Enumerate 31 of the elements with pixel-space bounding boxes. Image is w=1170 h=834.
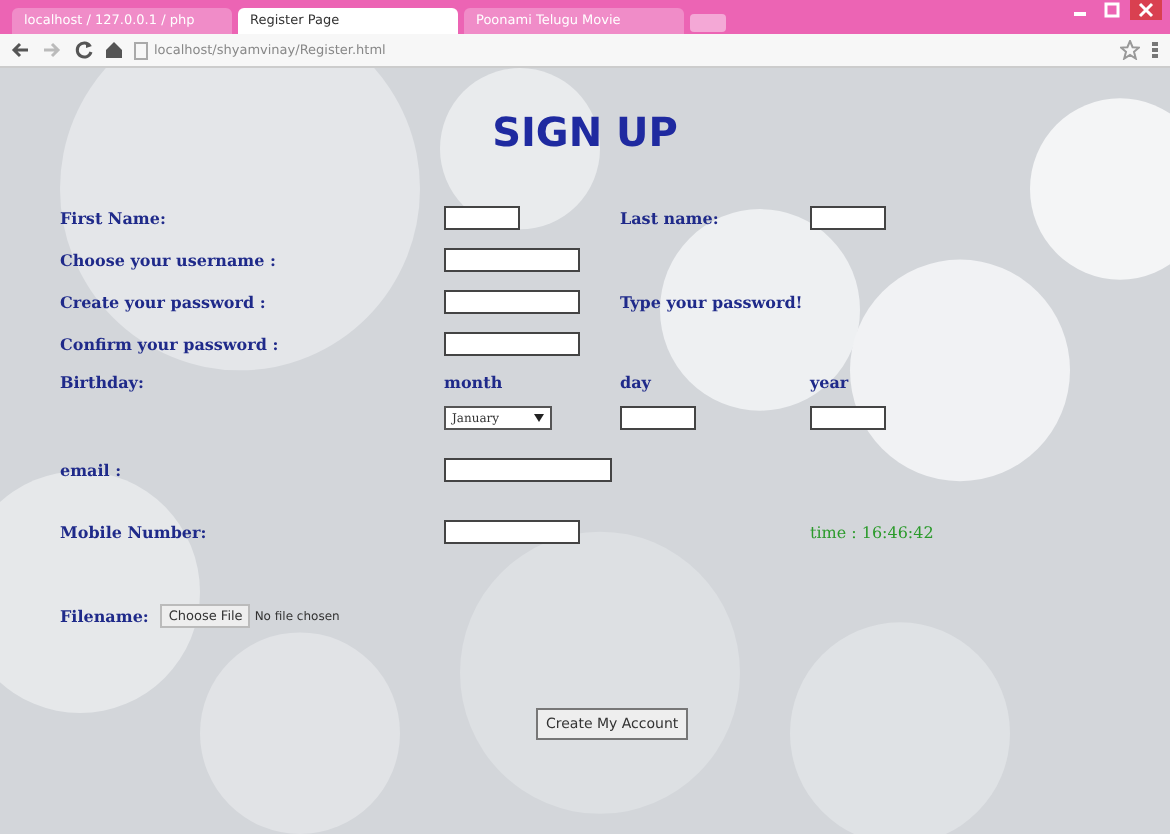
field-label: email : bbox=[60, 460, 122, 480]
input-field[interactable] bbox=[444, 520, 580, 544]
time-text: time : 16:46:42 bbox=[810, 523, 934, 541]
star-icon[interactable] bbox=[1120, 40, 1140, 60]
close-icon[interactable] bbox=[1130, 0, 1162, 20]
input-field[interactable] bbox=[810, 205, 886, 229]
input-field[interactable] bbox=[620, 406, 696, 430]
back-icon[interactable] bbox=[10, 40, 30, 60]
field-label: Choose your username : bbox=[60, 249, 276, 269]
field-label: Filename: bbox=[60, 606, 149, 626]
caret-icon bbox=[534, 414, 544, 422]
field-label: Mobile Number: bbox=[60, 522, 207, 542]
field-label: day bbox=[620, 372, 651, 392]
field-label: month bbox=[444, 372, 503, 392]
menu-icon[interactable] bbox=[1152, 40, 1160, 60]
field-label: year bbox=[810, 372, 849, 392]
input-field[interactable] bbox=[444, 458, 612, 482]
field-label: Birthday: bbox=[60, 372, 144, 392]
field-label: First Name: bbox=[60, 207, 166, 227]
page-title: SIGN UP bbox=[490, 108, 680, 156]
input-field[interactable] bbox=[444, 289, 580, 313]
field-label: Create your password : bbox=[60, 291, 266, 311]
input-field[interactable] bbox=[810, 406, 886, 430]
home-icon[interactable] bbox=[106, 40, 122, 60]
reload-icon[interactable] bbox=[74, 40, 94, 60]
field-label: Confirm your password : bbox=[60, 333, 279, 353]
field-label: Last name: bbox=[620, 207, 719, 227]
field-label: Type your password! bbox=[620, 291, 803, 311]
input-field[interactable] bbox=[444, 205, 520, 229]
input-field[interactable] bbox=[444, 247, 580, 271]
input-field[interactable] bbox=[444, 331, 580, 355]
